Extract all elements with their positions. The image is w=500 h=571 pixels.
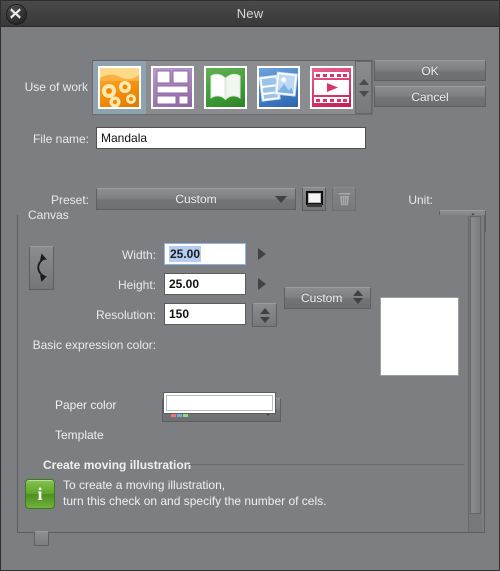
illustration-icon xyxy=(98,66,141,109)
title-bar: New xyxy=(1,1,499,27)
resolution-value: 150 xyxy=(169,307,190,321)
use-of-work-option-animation[interactable] xyxy=(305,61,358,114)
stepper-arrows-icon xyxy=(353,290,363,304)
comic-panels-glyph xyxy=(156,70,189,105)
save-preset-icon xyxy=(305,191,323,207)
canvas-preview xyxy=(380,297,459,376)
swap-dimensions-icon xyxy=(37,253,47,282)
dialog-body: Use of work OK Cancel File name: Mandala… xyxy=(1,27,499,570)
swap-dimensions-button[interactable] xyxy=(29,246,54,290)
file-name-value: Mandala xyxy=(101,131,148,145)
use-of-work-option-all-comic-settings[interactable] xyxy=(252,61,305,114)
paper-color-label: Paper color xyxy=(55,398,117,412)
moving-illustration-separator xyxy=(189,464,464,465)
preset-value: Custom xyxy=(175,192,217,206)
unit-label: Unit: xyxy=(408,193,433,207)
moving-illustration-info: To create a moving illustration, turn th… xyxy=(63,477,326,509)
resolution-label: Resolution: xyxy=(95,308,156,322)
open-book-icon xyxy=(204,66,247,109)
scrollbar-thumb[interactable] xyxy=(470,216,481,514)
resolution-input[interactable]: 150 xyxy=(164,303,246,325)
save-preset-button[interactable] xyxy=(302,187,326,211)
width-input[interactable]: 25.00 xyxy=(164,243,246,265)
expression-color-label: Basic expression color: xyxy=(32,338,156,352)
template-label: Template xyxy=(55,428,104,442)
use-of-work-list[interactable] xyxy=(92,60,373,115)
paper-color-swatch-fill xyxy=(166,395,273,411)
photo-stack-glyph xyxy=(259,71,298,102)
resolution-stepper[interactable] xyxy=(252,303,277,327)
height-label: Height: xyxy=(117,278,156,292)
info-line-1: To create a moving illustration, xyxy=(63,478,226,492)
create-moving-illustration-label: Create moving illustration xyxy=(43,458,192,472)
scroll-up-icon xyxy=(358,78,369,85)
canvas-ratio-value: Custom xyxy=(301,291,343,305)
height-expander-icon[interactable] xyxy=(258,278,266,290)
file-name-label: File name: xyxy=(32,132,89,146)
width-expander-icon[interactable] xyxy=(258,248,266,260)
trash-icon xyxy=(337,192,351,206)
width-label: Width: xyxy=(121,248,156,262)
stepper-up-icon xyxy=(259,307,270,314)
stepper-down-icon xyxy=(259,316,270,323)
photo-stack-icon xyxy=(257,66,300,109)
use-of-work-option-book[interactable] xyxy=(199,61,252,114)
height-value: 25.00 xyxy=(169,277,200,291)
film-strip-glyph xyxy=(314,72,349,103)
info-icon: i xyxy=(25,479,55,509)
use-of-work-option-illustration[interactable] xyxy=(93,61,146,114)
canvas-panel-scrollbar[interactable] xyxy=(468,216,482,532)
info-line-2: turn this check on and specify the numbe… xyxy=(63,494,327,508)
use-of-work-label: Use of work xyxy=(24,80,88,94)
ok-button[interactable]: OK xyxy=(374,60,486,81)
chevron-down-icon xyxy=(275,196,287,203)
illustration-flowers-glyph xyxy=(100,68,139,107)
scroll-down-icon xyxy=(358,90,369,97)
open-book-glyph xyxy=(210,73,241,101)
canvas-ratio-dropdown[interactable]: Custom xyxy=(284,287,371,309)
preset-label: Preset: xyxy=(50,193,89,207)
file-name-input[interactable]: Mandala xyxy=(96,127,366,149)
cancel-button[interactable]: Cancel xyxy=(374,86,486,107)
comic-panels-icon xyxy=(151,66,194,109)
delete-preset-button[interactable] xyxy=(332,187,356,211)
template-checkbox[interactable] xyxy=(34,531,49,546)
height-input[interactable]: 25.00 xyxy=(164,273,246,295)
canvas-group-legend: Canvas xyxy=(23,208,74,222)
preset-dropdown[interactable]: Custom xyxy=(96,188,296,210)
film-strip-icon xyxy=(310,66,353,109)
new-document-dialog: New Use of work OK Cancel File name: Man… xyxy=(0,0,500,571)
width-value: 25.00 xyxy=(169,246,202,262)
use-of-work-scroll-spinner[interactable] xyxy=(355,61,372,114)
use-of-work-option-comic[interactable] xyxy=(146,61,199,114)
paper-color-swatch[interactable] xyxy=(163,392,276,414)
dialog-title: New xyxy=(236,6,264,21)
